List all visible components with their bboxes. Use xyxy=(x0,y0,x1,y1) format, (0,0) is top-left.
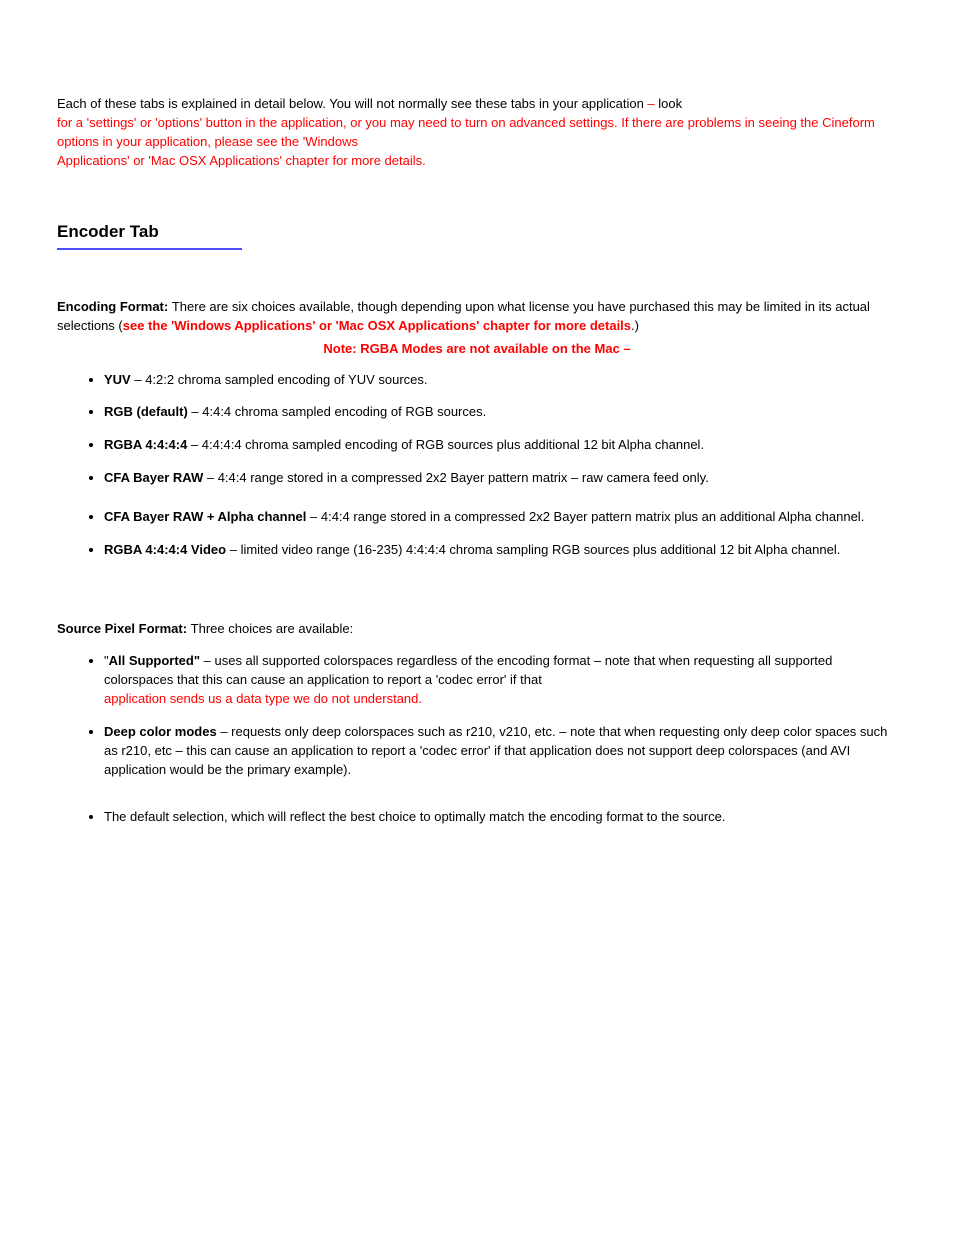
item-sep: – xyxy=(131,372,145,387)
list-item: RGBA 4:4:4:4 Video – limited video range… xyxy=(104,541,897,560)
item-name: RGB (default) xyxy=(104,404,188,419)
item-sep: – xyxy=(188,404,202,419)
item-desc: 4:4:4:4 chroma sampled encoding of RGB s… xyxy=(202,437,704,452)
item-name: RGBA 4:4:4:4 xyxy=(104,437,187,452)
encoding-format-block: Encoding Format: There are six choices a… xyxy=(57,298,897,560)
subsection-label: Encoding Format: xyxy=(57,299,172,314)
item-sep: – xyxy=(187,437,201,452)
intro-text: Applications' or 'Mac OSX Applications' … xyxy=(57,153,426,168)
item-name: Deep color modes xyxy=(104,724,217,739)
item-sep: – xyxy=(200,653,214,668)
list-item: Deep color modes – requests only deep co… xyxy=(104,723,897,780)
intro-paragraph: Each of these tabs is explained in detai… xyxy=(57,95,897,170)
item-desc: The default selection, which will reflec… xyxy=(104,809,725,824)
intro-text: look xyxy=(658,96,682,111)
item-name: All Supported" xyxy=(109,653,200,668)
encoder-tab-heading: Encoder Tab xyxy=(57,220,897,250)
item-name: CFA Bayer RAW xyxy=(104,470,203,485)
encoding-format-note: Note: RGBA Modes are not available on th… xyxy=(323,341,619,356)
source-pixel-format-block: Source Pixel Format: Three choices are a… xyxy=(57,620,897,827)
item-desc: uses all supported colorspaces regardles… xyxy=(214,653,593,668)
intro-text: Each of these tabs is explained in detai… xyxy=(57,96,647,111)
item-sep: – xyxy=(217,724,231,739)
subsection-label: Source Pixel Format: xyxy=(57,621,191,636)
intro-text: Windows xyxy=(305,134,358,149)
item-name: YUV xyxy=(104,372,131,387)
item-desc: 4:4:4 range stored in a compressed 2x2 B… xyxy=(218,470,571,485)
list-item: The default selection, which will reflec… xyxy=(104,808,897,827)
list-item: CFA Bayer RAW – 4:4:4 range stored in a … xyxy=(104,469,897,488)
encoding-format-hi: see the 'Windows Applications' or 'Mac O… xyxy=(123,318,631,333)
item-desc: 4:4:4 range stored in a compressed 2x2 B… xyxy=(321,509,864,524)
encoding-format-note-dash: – xyxy=(620,341,631,356)
encoding-format-note-line: Note: RGBA Modes are not available on th… xyxy=(57,340,897,359)
intro-text: for a 'settings' or 'options' button in … xyxy=(57,115,343,130)
encoding-format-list: YUV – 4:2:2 chroma sampled encoding of Y… xyxy=(57,371,897,560)
item-sep: – xyxy=(203,470,217,485)
list-item: CFA Bayer RAW + Alpha channel – 4:4:4 ra… xyxy=(104,508,897,527)
item-trail: – this can cause an application to repor… xyxy=(104,743,850,777)
list-item: YUV – 4:2:2 chroma sampled encoding of Y… xyxy=(104,371,897,390)
source-list: "All Supported" – uses all supported col… xyxy=(57,652,897,826)
item-desc: 4:4:4 chroma sampled encoding of RGB sou… xyxy=(202,404,486,419)
source-intro: Three choices are available: xyxy=(191,621,354,636)
item-sep: – xyxy=(226,542,240,557)
section-rule xyxy=(57,248,242,250)
list-item: RGB (default) – 4:4:4 chroma sampled enc… xyxy=(104,403,897,422)
intro-text: , please see the ' xyxy=(207,134,305,149)
item-desc: requests only deep colorspaces such as r… xyxy=(231,724,559,739)
list-item: "All Supported" – uses all supported col… xyxy=(104,652,897,709)
encoding-format-lead-end: .) xyxy=(631,318,639,333)
item-desc: 4:2:2 chroma sampled encoding of YUV sou… xyxy=(145,372,427,387)
section-title: Encoder Tab xyxy=(57,220,897,245)
list-item: RGBA 4:4:4:4 – 4:4:4:4 chroma sampled en… xyxy=(104,436,897,455)
item-name: CFA Bayer RAW + Alpha channel xyxy=(104,509,306,524)
item-name: RGBA 4:4:4:4 Video xyxy=(104,542,226,557)
intro-dash: – xyxy=(647,96,658,111)
item-tail: – raw camera feed only. xyxy=(571,470,709,485)
item-desc: limited video range (16-235) 4:4:4:4 chr… xyxy=(241,542,841,557)
item-trail: application sends us a data type we do n… xyxy=(104,690,897,709)
item-sep: – xyxy=(306,509,320,524)
